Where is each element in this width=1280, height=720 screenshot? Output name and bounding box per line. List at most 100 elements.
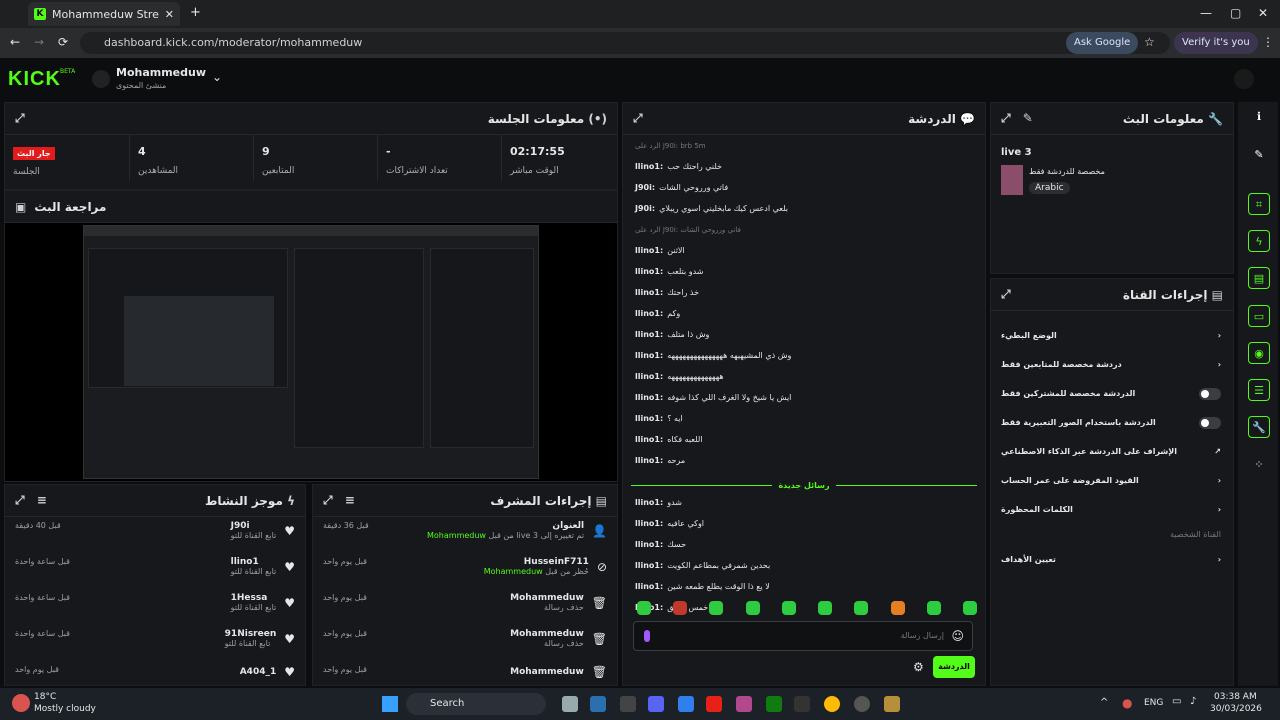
back-icon[interactable]: ← [10,35,20,49]
menu-followers-only[interactable]: دردشة مخصصة للمتابعين فقط › [991,350,1233,379]
list-icon[interactable]: ▤ [1248,267,1270,289]
settings-gear-icon[interactable]: ⚙ [913,660,924,674]
close-window-icon[interactable]: ✕ [1258,6,1268,20]
bolt-icon[interactable]: ϟ [1248,230,1270,252]
send-chat-button[interactable]: الدردشة [933,656,975,678]
menu-set-goals[interactable]: تعيين الأهداف › [991,545,1233,574]
chat-username[interactable]: llino1: [635,582,663,591]
chat-username[interactable]: llino1: [635,519,663,528]
close-tab-icon[interactable]: ✕ [165,8,174,21]
edit-pencil-icon[interactable]: ✎ [1023,111,1033,125]
menu-dots-icon[interactable]: ⋮ [1262,35,1274,49]
menu-banned-words[interactable]: الكلمات المحظورة › [991,495,1233,524]
chat-username[interactable]: llino1: [635,393,663,402]
youtube-icon[interactable] [706,696,722,712]
subscribers-only-toggle[interactable] [1199,387,1221,400]
edge-icon[interactable] [678,696,694,712]
bookmark-star-icon[interactable]: ☆ [1144,35,1155,49]
taskbar-search[interactable]: Search [406,693,546,715]
volume-icon[interactable]: ♪ [1190,696,1196,707]
chat-username[interactable]: llino1: [635,330,663,339]
ask-google-button[interactable]: Ask Google [1066,32,1139,54]
emote-icon[interactable] [962,601,977,615]
expand-icon[interactable]: ⤢ [633,111,643,126]
emote-icon[interactable] [745,601,760,615]
filter-icon[interactable]: ≡ [345,493,355,507]
mic-tray-icon[interactable]: ● [1122,696,1132,710]
broadcast-icon[interactable]: ◉ [1248,342,1270,364]
chat-username[interactable]: llino1: [635,162,663,171]
stream-tag[interactable]: Arabic [1029,182,1070,194]
emoji-icon[interactable]: ☺ [951,629,964,643]
chat-input[interactable]: ☺ إرسال رسالة [633,621,973,651]
chat-username[interactable]: llino1: [635,561,663,570]
chat-username[interactable]: llino1: [635,246,663,255]
minimize-icon[interactable]: — [1200,6,1212,20]
kick-logo[interactable]: KICK [8,68,61,91]
chat-username[interactable]: llino1: [635,435,663,444]
profile-avatar[interactable] [1234,69,1254,89]
menu-ai-moderation[interactable]: الإشراف على الدردشة عبر الذكاء الاصطناعي… [991,437,1233,466]
url-field[interactable]: dashboard.kick.com/moderator/mohammeduw [80,32,1170,54]
clock-time[interactable]: 03:38 AM [1214,692,1257,702]
app-icon[interactable] [620,696,636,712]
menu-slow-mode[interactable]: الوضع البطيء › [991,321,1233,350]
chat-username[interactable]: llino1: [635,414,663,423]
clock-date[interactable]: 30/03/2026 [1210,704,1262,714]
emote-only-toggle[interactable] [1199,416,1221,429]
expand-icon[interactable]: ⤢ [15,493,25,507]
winrar-icon[interactable] [736,696,752,712]
chat-username[interactable]: llino1: [635,267,663,276]
more-icon[interactable]: ⁘ [1248,454,1270,476]
app-icon[interactable] [794,696,810,712]
forward-icon[interactable]: → [34,35,44,49]
steam-icon[interactable] [590,696,606,712]
network-icon[interactable]: ▭ [1172,696,1181,707]
filter-icon[interactable]: ≡ [37,493,47,507]
reload-icon[interactable]: ⟳ [58,35,68,49]
pencil-icon[interactable]: ✎ [1248,144,1270,166]
game-icon[interactable] [884,696,900,712]
chat-username[interactable]: llino1: [635,309,663,318]
emote-icon[interactable] [637,601,651,615]
chat-username[interactable]: llino1: [635,288,663,297]
maximize-icon[interactable]: ▢ [1230,6,1241,20]
mic-icon[interactable] [644,630,650,642]
chat-username[interactable]: llino1: [635,540,663,549]
expand-icon[interactable]: ⤢ [1001,287,1011,302]
chevron-down-icon[interactable]: ⌄ [212,70,222,84]
chat-username[interactable]: llino1: [635,372,663,381]
obs-icon[interactable] [854,696,870,712]
chrome-icon[interactable] [824,696,840,712]
chat-username[interactable]: J90i: [635,183,655,192]
avatar[interactable] [92,70,110,88]
expand-icon[interactable]: ⤢ [15,111,25,126]
discord-icon[interactable] [648,696,664,712]
queue-icon[interactable]: ☰ [1248,379,1270,401]
verify-button[interactable]: Verify it's you [1174,32,1258,54]
chat-username[interactable]: llino1: [635,456,663,465]
chat-username[interactable]: J90i: [635,204,655,213]
browser-tab[interactable]: K Mohammeduw Stream - Kick D ✕ [28,2,180,26]
emote-icon[interactable] [926,601,941,615]
chat-username[interactable]: llino1: [635,498,663,507]
emote-icon[interactable] [781,601,796,615]
language-indicator[interactable]: ENG [1144,698,1163,708]
emote-icon[interactable] [854,601,869,615]
emote-icon[interactable] [673,601,688,615]
windows-start-icon[interactable] [382,696,398,712]
file-explorer-icon[interactable] [562,696,578,712]
emote-icon[interactable] [818,601,833,615]
wrench-icon[interactable]: 🔧 [1248,416,1270,438]
new-tab-icon[interactable]: + [190,5,201,20]
expand-icon[interactable]: ⤢ [1001,111,1011,125]
expand-icon[interactable]: ⤢ [323,493,333,507]
scan-icon[interactable]: ⌗ [1248,193,1270,215]
chat-username[interactable]: llino1: [635,351,663,360]
emote-icon[interactable] [709,601,724,615]
stream-preview-video[interactable] [83,225,539,479]
xbox-icon[interactable] [766,696,782,712]
info-icon[interactable]: ℹ [1248,106,1270,128]
menu-account-age[interactable]: القيود المفروضة على عمر الحساب › [991,466,1233,495]
emote-icon[interactable] [890,601,905,615]
